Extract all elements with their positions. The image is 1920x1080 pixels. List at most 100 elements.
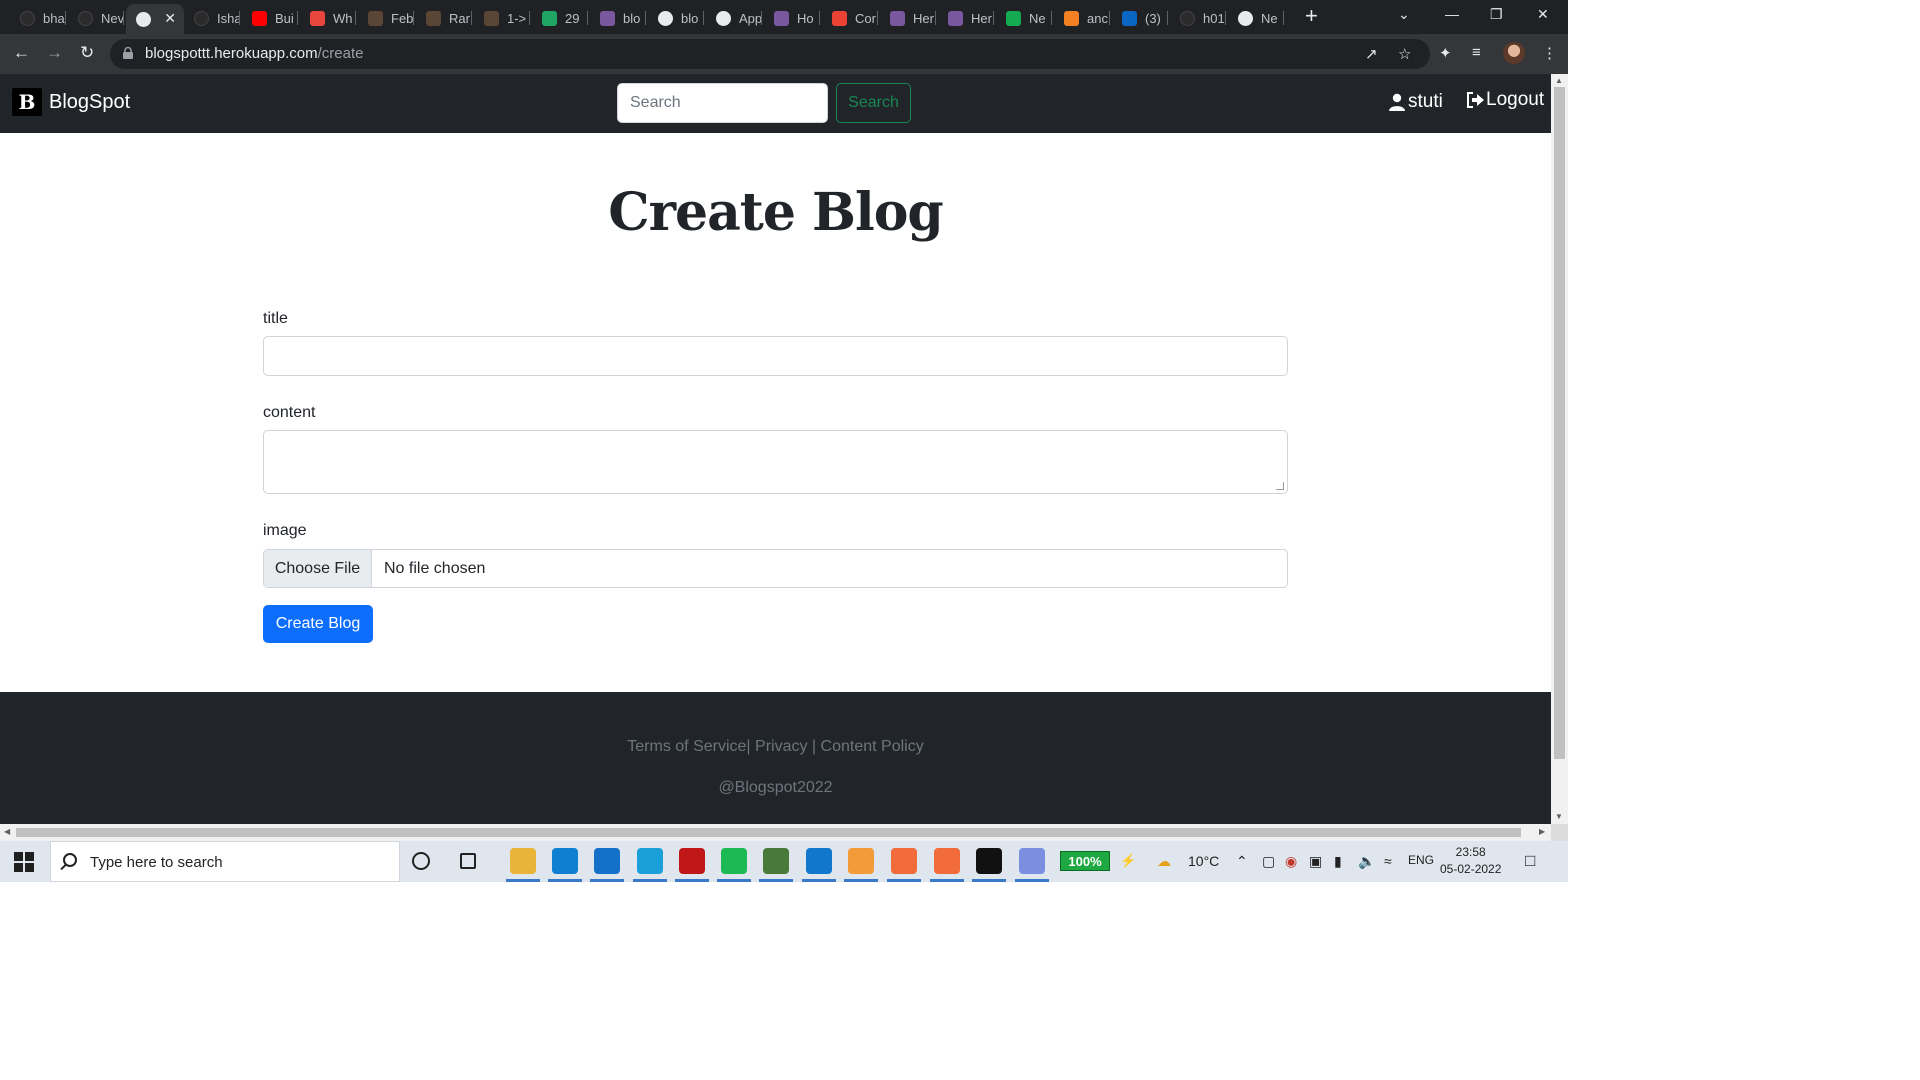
browser-tab[interactable]: Isha — [184, 4, 240, 32]
browser-tab[interactable]: (3) — [1112, 4, 1168, 32]
browser-tab[interactable]: Her — [938, 4, 994, 32]
meet-now-icon[interactable]: ▢ — [1262, 853, 1275, 870]
choose-file-button[interactable]: Choose File — [264, 550, 372, 587]
weather-temperature[interactable]: 10°C — [1188, 853, 1219, 869]
browser-tab[interactable]: 29 — [532, 4, 588, 32]
address-bar[interactable]: blogspottt.herokuapp.com/create ↗ ☆ — [110, 39, 1430, 69]
browser-tab[interactable]: App — [706, 4, 762, 32]
brand-link[interactable]: B BlogSpot — [12, 88, 130, 116]
chrome-icon[interactable] — [763, 848, 789, 874]
textarea-resize-handle[interactable] — [1276, 482, 1284, 490]
browser-tab[interactable]: Ho — [764, 4, 820, 32]
taskbar-clock[interactable]: 23:58 05-02-2022 — [1440, 844, 1501, 878]
mongodb-compass-icon[interactable] — [848, 848, 874, 874]
horizontal-scroll-thumb[interactable] — [16, 828, 1521, 837]
l-app-icon[interactable] — [637, 848, 663, 874]
user-profile-link[interactable]: stuti — [1388, 91, 1443, 113]
network-adapter-icon[interactable]: ▣ — [1309, 853, 1322, 870]
browser-tab[interactable]: Bui — [242, 4, 298, 32]
terms-link[interactable]: Terms of Service — [627, 738, 746, 755]
browser-tab[interactable]: Cor — [822, 4, 878, 32]
xampp-icon[interactable] — [934, 848, 960, 874]
site-footer: Terms of Service| Privacy | Content Poli… — [0, 692, 1551, 824]
browser-tab[interactable]: anc — [1054, 4, 1110, 32]
terminal-icon[interactable] — [976, 848, 1002, 874]
scroll-down-icon[interactable]: ▼ — [1555, 812, 1563, 821]
spotify-icon[interactable] — [721, 848, 747, 874]
media-control-icon[interactable]: ≡ — [1472, 44, 1481, 61]
tab-search-icon[interactable]: ⌄ — [1398, 6, 1410, 23]
task-view-icon[interactable] — [460, 853, 476, 869]
browser-tab[interactable]: blo — [648, 4, 704, 32]
new-tab-button[interactable]: + — [1305, 5, 1318, 27]
close-tab-icon[interactable]: ✕ — [164, 10, 176, 27]
scroll-left-icon[interactable]: ◀ — [4, 827, 10, 836]
mcafee-icon[interactable] — [679, 848, 705, 874]
antivirus-tray-icon[interactable]: ◉ — [1285, 853, 1297, 870]
browser-tab[interactable]: ✕ — [126, 4, 184, 34]
mail-icon[interactable] — [594, 848, 620, 874]
codechef-icon — [368, 10, 383, 26]
url-text: blogspottt.herokuapp.com/create — [145, 45, 364, 62]
browser-tab[interactable]: Ne — [996, 4, 1052, 32]
forward-arrow-icon[interactable]: → — [46, 43, 63, 63]
cortana-icon[interactable] — [412, 852, 430, 870]
title-input[interactable] — [263, 336, 1288, 376]
browser-tab[interactable]: Feb — [358, 4, 414, 32]
browser-tab[interactable]: Ne — [1228, 4, 1284, 32]
postman-icon[interactable] — [891, 848, 917, 874]
title-label: title — [263, 310, 288, 327]
browser-tab[interactable]: bha — [10, 4, 66, 32]
share-icon[interactable]: ↗ — [1365, 45, 1378, 63]
vscode-icon[interactable] — [806, 848, 832, 874]
horizontal-scrollbar[interactable]: ◀ ▶ — [0, 824, 1551, 841]
vertical-scrollbar[interactable]: ▲ ▼ — [1551, 74, 1568, 824]
browser-tab[interactable]: Nev — [68, 4, 124, 32]
volume-icon[interactable]: 🔈 — [1358, 853, 1375, 870]
create-blog-button[interactable]: Create Blog — [263, 605, 373, 643]
search-input[interactable] — [617, 83, 828, 123]
privacy-link[interactable]: Privacy — [755, 738, 807, 755]
tab-separator — [1109, 11, 1110, 25]
wifi-icon[interactable]: ≈ — [1384, 853, 1392, 869]
minimize-icon[interactable]: — — [1445, 6, 1459, 22]
battery-tray-icon[interactable]: ▮ — [1334, 853, 1342, 870]
reload-icon[interactable]: ↻ — [80, 43, 94, 63]
taskbar-search-box[interactable]: Type here to search — [50, 841, 400, 882]
content-textarea[interactable] — [263, 430, 1288, 494]
back-arrow-icon[interactable]: ← — [13, 43, 30, 63]
content-policy-link[interactable]: Content Policy — [821, 738, 924, 755]
file-explorer-icon[interactable] — [510, 848, 536, 874]
git-icon[interactable] — [1019, 848, 1045, 874]
image-file-input[interactable]: Choose File No file chosen — [263, 549, 1288, 588]
extensions-icon[interactable]: ✦ — [1439, 44, 1452, 62]
notification-center-icon[interactable]: □ — [1525, 851, 1535, 871]
browser-tab-label: blo — [681, 10, 699, 26]
browser-tab-label: Rar — [449, 10, 470, 26]
language-indicator[interactable]: ENG — [1408, 853, 1434, 867]
restore-icon[interactable]: ❐ — [1490, 6, 1503, 23]
profile-avatar[interactable] — [1503, 42, 1525, 64]
scroll-up-icon[interactable]: ▲ — [1555, 76, 1563, 85]
browser-tab[interactable]: blo — [590, 4, 646, 32]
browser-toolbar: ← → ↻ blogspottt.herokuapp.com/create ↗ … — [0, 34, 1568, 74]
battery-indicator[interactable]: 100% — [1060, 851, 1110, 871]
browser-tab[interactable]: Rar — [416, 4, 472, 32]
browser-tab[interactable]: h01 — [1170, 4, 1226, 32]
browser-tab-label: bha — [43, 10, 65, 26]
browser-tab[interactable]: 1-> — [474, 4, 530, 32]
browser-tab[interactable]: Her — [880, 4, 936, 32]
search-button[interactable]: Search — [836, 83, 911, 123]
star-icon[interactable]: ☆ — [1398, 45, 1411, 63]
weather-icon[interactable]: ☁ — [1157, 853, 1171, 870]
tray-chevron-icon[interactable]: ⌃ — [1236, 853, 1248, 870]
browser-menu-icon[interactable]: ⋮ — [1542, 44, 1557, 62]
windows-start-icon[interactable] — [14, 852, 34, 872]
browser-tab[interactable]: Wh — [300, 4, 356, 32]
close-window-icon[interactable]: ✕ — [1537, 6, 1549, 23]
scroll-right-icon[interactable]: ▶ — [1539, 827, 1545, 836]
logout-link[interactable]: Logout — [1466, 89, 1544, 111]
footer-links: Terms of Service| Privacy | Content Poli… — [0, 738, 1551, 756]
vertical-scroll-thumb[interactable] — [1554, 87, 1565, 759]
edge-icon[interactable] — [552, 848, 578, 874]
